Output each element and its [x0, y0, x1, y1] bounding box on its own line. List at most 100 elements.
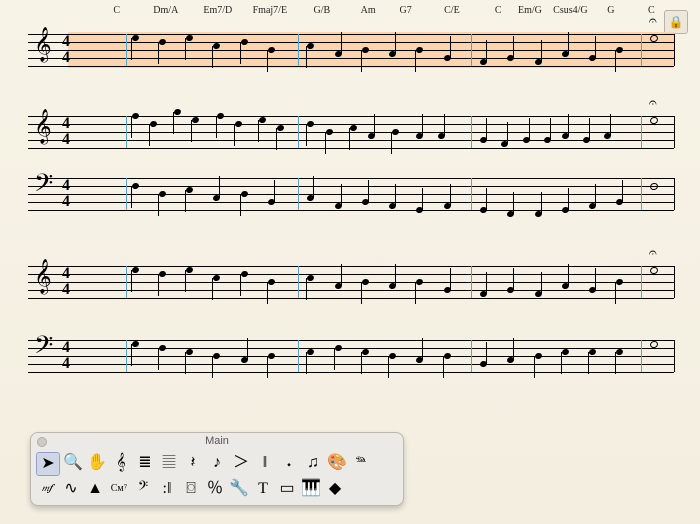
ornament-tool[interactable]: ∿: [60, 478, 82, 500]
pointer-tool[interactable]: ➤: [36, 452, 60, 476]
treble-clef-icon[interactable]: 𝄞: [34, 30, 52, 60]
note[interactable]: [616, 278, 625, 286]
hand-tool[interactable]: ✋: [86, 452, 108, 474]
dynamics-tool[interactable]: 𝆐𝆑: [36, 478, 58, 500]
note[interactable]: [349, 124, 358, 132]
grip-tool[interactable]: ◆: [324, 478, 346, 500]
note[interactable]: [616, 348, 625, 356]
note[interactable]: [158, 190, 167, 198]
note[interactable]: [267, 278, 276, 286]
note[interactable]: [416, 278, 425, 286]
barline[interactable]: [126, 34, 127, 66]
barline[interactable]: [641, 116, 642, 148]
note[interactable]: [213, 352, 222, 360]
note[interactable]: [158, 270, 167, 278]
bass-clef-tool[interactable]: 𝄢: [132, 478, 154, 500]
timesig-bot[interactable]: 4: [62, 132, 70, 148]
barline[interactable]: [471, 34, 472, 66]
staff[interactable]: 𝄞44𝄐: [28, 34, 674, 66]
barline[interactable]: [126, 116, 127, 148]
piano-tool[interactable]: 🎹: [300, 478, 322, 500]
main-toolbar[interactable]: Main ➤🔍✋𝄞≣𝄚𝄽♪＞‖𝆺♫🎨𝆮𝆐𝆑∿▲Cᴍ⁷𝄢:‖⌼％🔧T▭🎹◆: [30, 432, 404, 506]
slur-tool[interactable]: 𝆺: [278, 452, 300, 474]
barline[interactable]: [471, 340, 472, 372]
fermata-icon[interactable]: 𝄐: [646, 246, 660, 262]
barline[interactable]: [298, 34, 299, 66]
note[interactable]: [534, 352, 543, 360]
repeat-tool[interactable]: :‖: [156, 478, 178, 500]
timesig-top[interactable]: 4: [62, 34, 70, 50]
note[interactable]: [361, 278, 370, 286]
note[interactable]: [325, 128, 334, 136]
note[interactable]: [191, 116, 200, 124]
barline[interactable]: [641, 340, 642, 372]
note[interactable]: [258, 116, 267, 124]
chord-tool[interactable]: Cᴍ⁷: [108, 478, 130, 500]
note[interactable]: [388, 352, 397, 360]
bass-clef-icon[interactable]: 𝄢: [34, 172, 53, 202]
accent-tool[interactable]: ＞: [230, 452, 252, 474]
note[interactable]: [158, 344, 167, 352]
barline[interactable]: [674, 266, 675, 298]
lyrics-tool[interactable]: ♫: [302, 452, 324, 474]
note[interactable]: [131, 182, 140, 190]
close-icon[interactable]: [37, 437, 47, 447]
note[interactable]: [334, 344, 343, 352]
toolbar-titlebar[interactable]: Main: [31, 433, 403, 449]
clef-tool[interactable]: 𝄞: [110, 452, 132, 474]
note[interactable]: [213, 274, 222, 282]
note[interactable]: [240, 190, 249, 198]
staff[interactable]: 𝄞44𝄐: [28, 116, 674, 148]
note[interactable]: [307, 274, 316, 282]
note[interactable]: [276, 124, 285, 132]
fermata-icon[interactable]: 𝄐: [646, 96, 660, 112]
note[interactable]: [267, 352, 276, 360]
treble-clef-icon[interactable]: 𝄞: [34, 112, 52, 142]
barline-tool[interactable]: ‖: [254, 452, 276, 474]
timesig-top[interactable]: 4: [62, 178, 70, 194]
barline[interactable]: [641, 34, 642, 66]
articulation-tool[interactable]: ▲: [84, 478, 106, 500]
barline[interactable]: [298, 266, 299, 298]
barline[interactable]: [471, 178, 472, 210]
note[interactable]: [234, 120, 243, 128]
barline[interactable]: [641, 266, 642, 298]
staff[interactable]: 𝄞44𝄐: [28, 266, 674, 298]
timesig-bot[interactable]: 4: [62, 194, 70, 210]
barline[interactable]: [674, 116, 675, 148]
timesig-bot[interactable]: 4: [62, 282, 70, 298]
timesig-top[interactable]: 4: [62, 266, 70, 282]
percent-tool[interactable]: ％: [204, 478, 226, 500]
staff[interactable]: 𝄢44: [28, 340, 674, 372]
barline[interactable]: [298, 340, 299, 372]
treble-clef-icon[interactable]: 𝄞: [34, 262, 52, 292]
staff[interactable]: 𝄢44: [28, 178, 674, 210]
timesig-bot[interactable]: 4: [62, 50, 70, 66]
barline[interactable]: [126, 266, 127, 298]
layout-tool[interactable]: ⌼: [180, 478, 202, 500]
bass-clef-icon[interactable]: 𝄢: [34, 334, 53, 364]
note[interactable]: [185, 266, 194, 274]
note[interactable]: [649, 182, 659, 191]
note[interactable]: [173, 108, 182, 116]
staff-tool[interactable]: ≣: [134, 452, 156, 474]
note[interactable]: [131, 266, 140, 274]
barline[interactable]: [298, 116, 299, 148]
barline[interactable]: [641, 178, 642, 210]
note[interactable]: [185, 348, 194, 356]
barline[interactable]: [674, 178, 675, 210]
barline[interactable]: [126, 340, 127, 372]
barline[interactable]: [471, 116, 472, 148]
rest-tool[interactable]: 𝄽: [182, 452, 204, 474]
note[interactable]: [240, 270, 249, 278]
note[interactable]: [307, 120, 316, 128]
barline[interactable]: [126, 178, 127, 210]
text-tool[interactable]: T: [252, 478, 274, 500]
note[interactable]: [216, 112, 225, 120]
note[interactable]: [361, 348, 370, 356]
timesig-bot[interactable]: 4: [62, 356, 70, 372]
tie-tool[interactable]: 𝆮: [350, 452, 372, 474]
wrench-tool[interactable]: 🔧: [228, 478, 250, 500]
barline[interactable]: [674, 34, 675, 66]
palette-tool[interactable]: 🎨: [326, 452, 348, 474]
